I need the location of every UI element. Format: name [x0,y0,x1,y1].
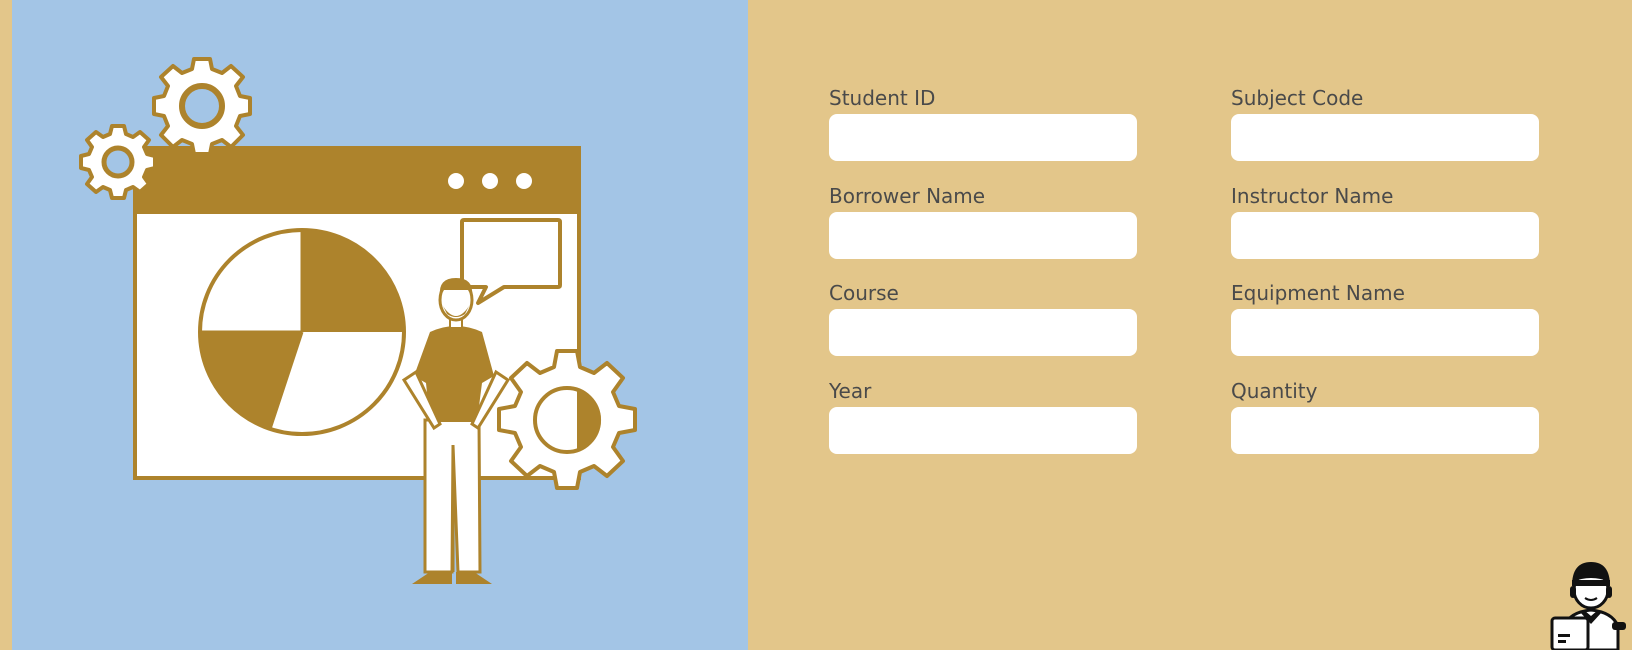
analytics-illustration [79,57,637,584]
field-year: Year [829,379,1139,454]
equipment-name-label: Equipment Name [1231,281,1405,305]
field-instructor-name: Instructor Name [1231,184,1541,259]
subject-code-input[interactable] [1231,114,1539,161]
student-id-input[interactable] [829,114,1137,161]
instructor-name-input[interactable] [1231,212,1539,259]
course-label: Course [829,281,899,305]
illustration-panel [12,0,748,650]
field-course: Course [829,281,1139,356]
field-borrower-name: Borrower Name [829,184,1139,259]
gear-icon [497,349,637,490]
gear-icon [79,124,157,200]
gear-icon [152,57,252,156]
instructor-name-label: Instructor Name [1231,184,1394,208]
quantity-label: Quantity [1231,379,1318,403]
field-quantity: Quantity [1231,379,1541,454]
quantity-input[interactable] [1231,407,1539,454]
equipment-name-input[interactable] [1231,309,1539,356]
year-label: Year [829,379,872,403]
pie-chart-icon [198,228,406,436]
app-root: Student ID Subject Code Borrower Name In… [0,0,1632,650]
field-subject-code: Subject Code [1231,86,1541,161]
year-input[interactable] [829,407,1137,454]
borrower-name-input[interactable] [829,212,1137,259]
subject-code-label: Subject Code [1231,86,1364,110]
student-id-label: Student ID [829,86,936,110]
field-student-id: Student ID [829,86,1139,161]
borrower-name-label: Borrower Name [829,184,986,208]
delivery-agent-icon[interactable] [1550,552,1632,650]
field-equipment-name: Equipment Name [1231,281,1541,356]
course-input[interactable] [829,309,1137,356]
